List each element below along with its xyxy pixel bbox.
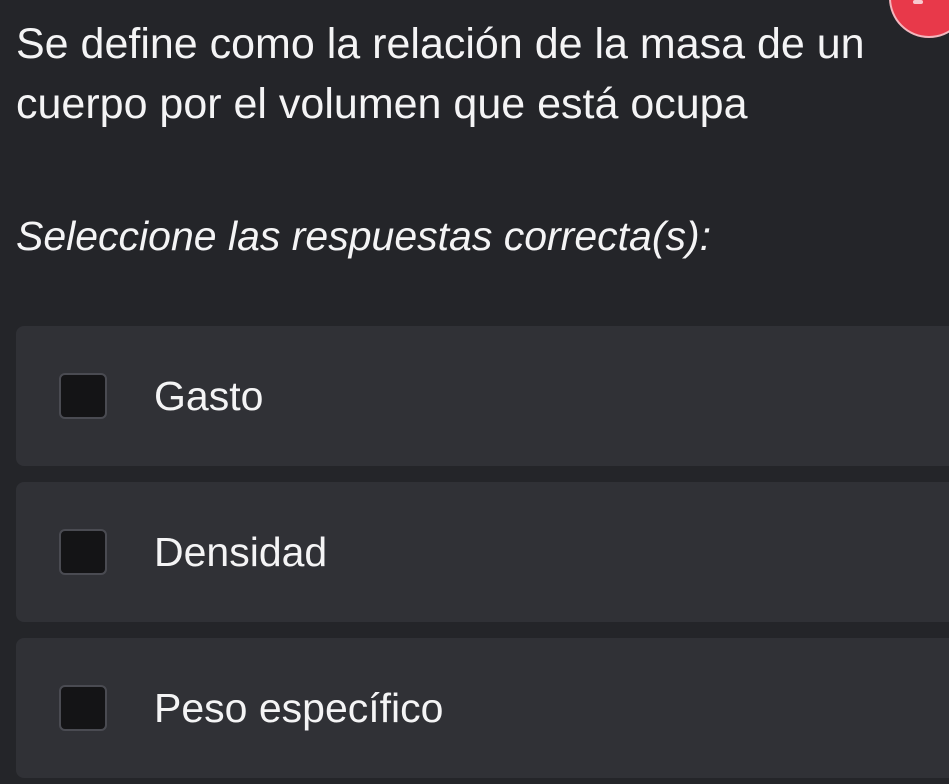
badge-mark-icon: [913, 0, 923, 4]
answer-option-gasto[interactable]: Gasto: [16, 326, 949, 466]
answer-option-densidad[interactable]: Densidad: [16, 482, 949, 622]
checkbox[interactable]: [59, 685, 107, 731]
answer-option-label: Gasto: [154, 373, 264, 419]
answer-options-list: Gasto Densidad Peso específico: [16, 326, 949, 778]
answer-option-label: Peso específico: [154, 685, 444, 731]
answer-option-label: Densidad: [154, 529, 328, 575]
checkbox[interactable]: [59, 373, 107, 419]
question-line-2: cuerpo por el volumen que está ocupa: [16, 80, 748, 128]
answer-option-peso-especifico[interactable]: Peso específico: [16, 638, 949, 778]
question-text: Se define como la relación de la masa de…: [16, 14, 949, 134]
checkbox[interactable]: [59, 529, 107, 575]
question-line-1: Se define como la relación de la masa de…: [16, 20, 865, 68]
instruction-text: Seleccione las respuestas correcta(s):: [16, 213, 712, 259]
